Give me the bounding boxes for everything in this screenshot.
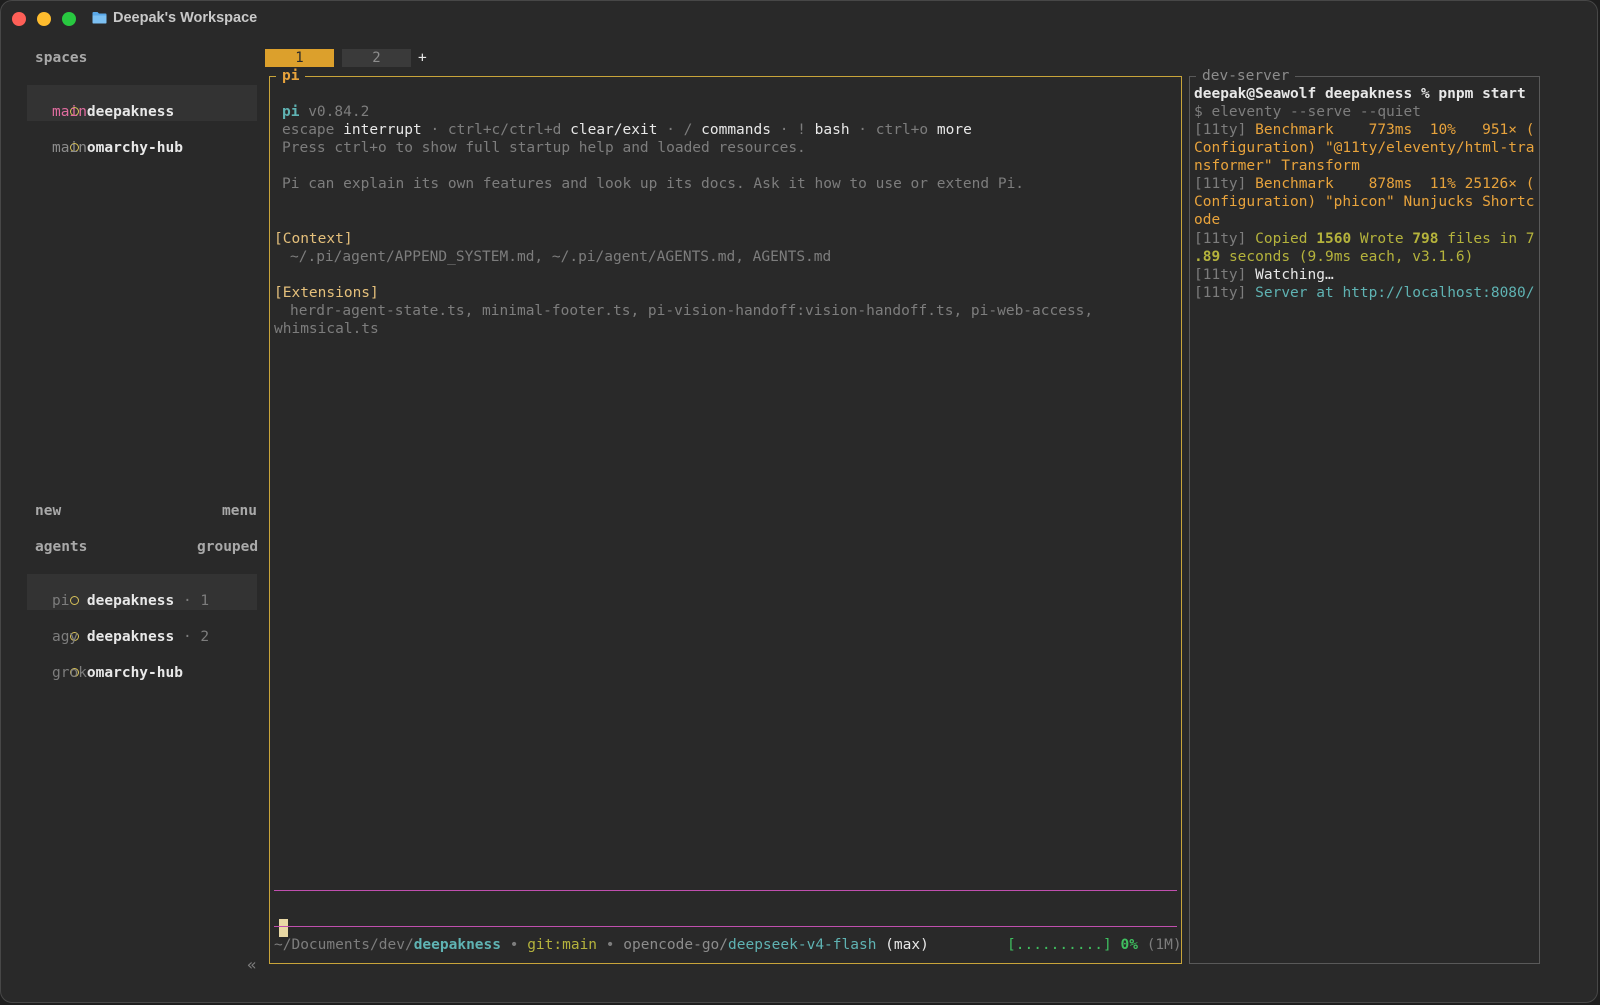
context-header: [Context]: [274, 231, 353, 247]
log-line: .89 seconds (9.9ms each, v3.1.6): [1194, 249, 1474, 265]
explain-text: Pi can explain its own features and look…: [282, 176, 1025, 192]
shell-command: $ eleventy --serve --quiet: [1194, 104, 1421, 120]
help-text: Press ctrl+o to show full startup help a…: [282, 140, 806, 156]
server-url-link[interactable]: http://localhost:8080/: [1342, 285, 1534, 301]
extensions-header: [Extensions]: [274, 285, 379, 301]
new-space-button[interactable]: new: [35, 502, 61, 520]
log-line: nsformer" Transform: [1194, 158, 1360, 174]
main-pane: pi: [269, 67, 1182, 964]
help-shortcuts: escape interrupt · ctrl+c/ctrl+d clear/e…: [282, 122, 972, 138]
pane-title: dev-server: [1196, 67, 1296, 85]
collapse-sidebar-icon[interactable]: «: [247, 956, 257, 974]
space-branch: main: [52, 140, 87, 156]
space-branch: main: [52, 104, 87, 120]
app-window: Deepak's Workspace spaces deepakness mai…: [0, 0, 1598, 1003]
pane-title: pi: [276, 67, 306, 85]
context-files: ~/.pi/agent/APPEND_SYSTEM.md, ~/.pi/agen…: [290, 249, 832, 265]
agent-number: · 2: [182, 629, 210, 645]
folder-icon: [92, 12, 107, 24]
agent-type: grok: [52, 665, 87, 681]
log-line: [11ty] Copied 1560 Wrote 798 files in 7: [1194, 231, 1535, 247]
agent-name: deepakness: [86, 593, 175, 609]
agent-number: · 1: [182, 593, 210, 609]
agent-type: agy: [52, 629, 79, 645]
pi-header: pi v0.84.2: [282, 104, 370, 120]
version: v0.84.2: [308, 104, 370, 120]
log-line: Configuration) "@11ty/eleventy/html-tra: [1194, 140, 1535, 156]
extensions-list-cont: whimsical.ts: [274, 321, 379, 337]
extensions-list: herdr-agent-state.ts, minimal-footer.ts,…: [290, 303, 1094, 319]
grouped-toggle[interactable]: grouped: [197, 538, 258, 556]
log-line: [11ty] Watching…: [1194, 267, 1334, 283]
add-tab-button[interactable]: +: [418, 49, 427, 67]
minimize-button[interactable]: [37, 12, 51, 26]
log-line: [11ty] Benchmark 773ms 10% 951× (: [1194, 122, 1535, 138]
agents-header: agents: [35, 539, 88, 555]
status-line-left: ~/Documents/dev/deepakness • git:main • …: [274, 937, 929, 953]
tab-2[interactable]: 2: [342, 49, 411, 67]
agent-name: omarchy-hub: [86, 665, 183, 681]
spaces-header: spaces: [35, 50, 88, 66]
zoom-button[interactable]: [62, 12, 76, 26]
window-title: Deepak's Workspace: [113, 10, 258, 26]
input-top-border: [274, 890, 1177, 891]
log-line: [11ty] Server at http://localhost:8080/: [1194, 285, 1535, 301]
title-bar: Deepak's Workspace: [1, 1, 1597, 37]
agent-type: pi: [52, 593, 70, 609]
agent-name: deepakness: [86, 629, 175, 645]
space-name: deepakness: [86, 104, 175, 120]
tab-1[interactable]: 1: [265, 49, 334, 67]
status-circle-icon: [69, 595, 79, 605]
input-cursor[interactable]: [279, 919, 288, 937]
shell-prompt: deepak@Seawolf deepakness % pnpm start: [1194, 86, 1526, 102]
menu-button[interactable]: menu: [222, 502, 257, 520]
input-bottom-border: [274, 926, 1177, 927]
log-line: Configuration) "phicon" Nunjucks Shortc: [1194, 194, 1535, 210]
context-usage: [..........] 0% (1M): [1007, 937, 1182, 953]
log-line: ode: [1194, 212, 1221, 228]
log-line: [11ty] Benchmark 878ms 11% 25126× (: [1194, 176, 1535, 192]
space-name: omarchy-hub: [86, 140, 183, 156]
close-button[interactable]: [12, 12, 26, 26]
